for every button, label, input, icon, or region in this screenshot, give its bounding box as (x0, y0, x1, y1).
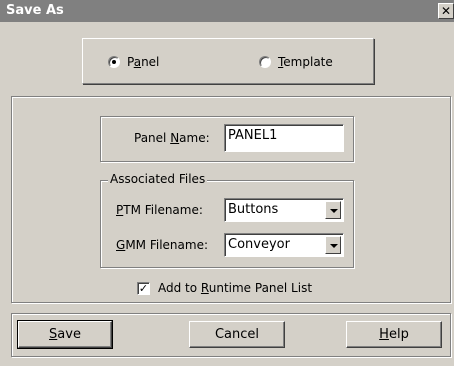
panel-name-value: PANEL1 (228, 128, 278, 143)
panel-name-input[interactable]: PANEL1 (224, 124, 344, 152)
save-button[interactable]: Save (17, 320, 113, 349)
radio-template-label[interactable]: Template (278, 55, 333, 69)
radio-panel[interactable] (108, 56, 120, 68)
radio-template[interactable] (259, 56, 271, 68)
ptm-dropdown-button[interactable] (325, 201, 341, 219)
gmm-filename-value: Conveyor (228, 237, 290, 252)
help-button[interactable]: Help (346, 321, 442, 348)
gmm-dropdown-button[interactable] (325, 236, 341, 254)
ptm-filename-label: PTM Filename: (116, 203, 203, 217)
title-bar: Save As ✕ (0, 0, 454, 22)
gmm-filename-label: GMM Filename: (116, 238, 208, 252)
associated-files-label: Associated Files (108, 172, 208, 186)
ptm-filename-value: Buttons (228, 202, 279, 217)
gmm-filename-select[interactable]: Conveyor (224, 233, 344, 257)
window-title: Save As (6, 3, 64, 18)
cancel-button[interactable]: Cancel (189, 321, 285, 348)
close-icon[interactable]: ✕ (438, 3, 454, 19)
radio-panel-label[interactable]: Panel (127, 55, 159, 69)
runtime-panel-checkbox-label[interactable]: Add to Runtime Panel List (158, 281, 312, 295)
type-selector-frame: Panel Template (82, 38, 374, 84)
chevron-down-icon (330, 209, 338, 213)
radio-selected-dot (112, 60, 116, 64)
runtime-panel-checkbox[interactable]: ✓ (137, 282, 150, 295)
panel-name-label: Panel Name: (134, 131, 210, 145)
ptm-filename-select[interactable]: Buttons (224, 198, 344, 222)
chevron-down-icon (330, 244, 338, 248)
